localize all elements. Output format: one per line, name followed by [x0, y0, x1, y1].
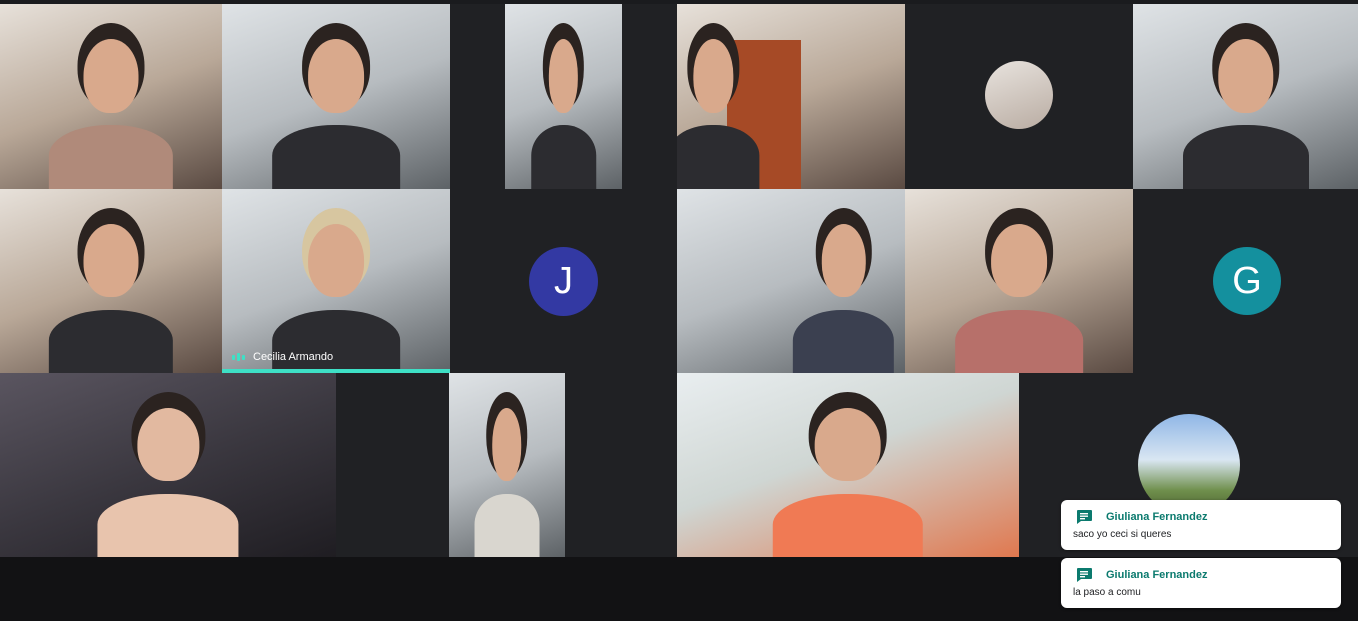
participant-tile-j[interactable]: J [450, 189, 677, 373]
initial-avatar: J [529, 247, 598, 316]
chat-icon [1077, 568, 1092, 582]
participant-tile-8[interactable] [677, 189, 905, 373]
chat-message: saco yo ceci si queres [1073, 529, 1172, 540]
participant-tile-g[interactable]: G [1133, 189, 1358, 373]
chat-sender: Giuliana Fernandez [1106, 569, 1208, 581]
participant-video [793, 215, 894, 373]
participant-video [772, 399, 924, 557]
participant-video [48, 30, 174, 189]
participant-video [474, 399, 540, 557]
participant-video [1182, 30, 1309, 189]
chat-message: la paso a comu [1073, 587, 1141, 598]
participant-tile-9[interactable] [905, 189, 1133, 373]
participant-tile-5[interactable] [905, 4, 1133, 189]
participant-video [530, 30, 597, 189]
initial-avatar: G [1213, 247, 1281, 315]
chat-notification[interactable]: Giuliana Fernandez saco yo ceci si quere… [1061, 500, 1341, 550]
chat-notification[interactable]: Giuliana Fernandez la paso a comu [1061, 558, 1341, 608]
participant-tile-6[interactable] [1133, 4, 1358, 189]
participant-tile-active-speaker[interactable]: Cecilia Armando [222, 189, 450, 373]
participant-video [48, 215, 174, 373]
audio-level-icon [232, 353, 245, 361]
participant-tile-10[interactable] [0, 373, 336, 557]
participant-tile-1[interactable] [0, 4, 222, 189]
participant-video [677, 30, 760, 189]
profile-photo-avatar [985, 61, 1053, 129]
participant-tile-11[interactable] [449, 373, 565, 557]
chat-icon [1077, 510, 1092, 524]
participant-tile-7[interactable] [0, 189, 222, 373]
participant-tile-3[interactable] [505, 4, 622, 189]
participant-tile-12[interactable] [677, 373, 1019, 557]
participant-name-label: Cecilia Armando [232, 351, 333, 363]
participant-video [955, 215, 1083, 373]
participant-video [272, 215, 400, 373]
participant-tile-2[interactable] [222, 4, 450, 189]
participant-video [97, 399, 239, 557]
participant-tile-4[interactable] [677, 4, 905, 189]
participant-video [272, 30, 400, 189]
chat-sender: Giuliana Fernandez [1106, 511, 1208, 523]
participant-name: Cecilia Armando [253, 351, 334, 363]
